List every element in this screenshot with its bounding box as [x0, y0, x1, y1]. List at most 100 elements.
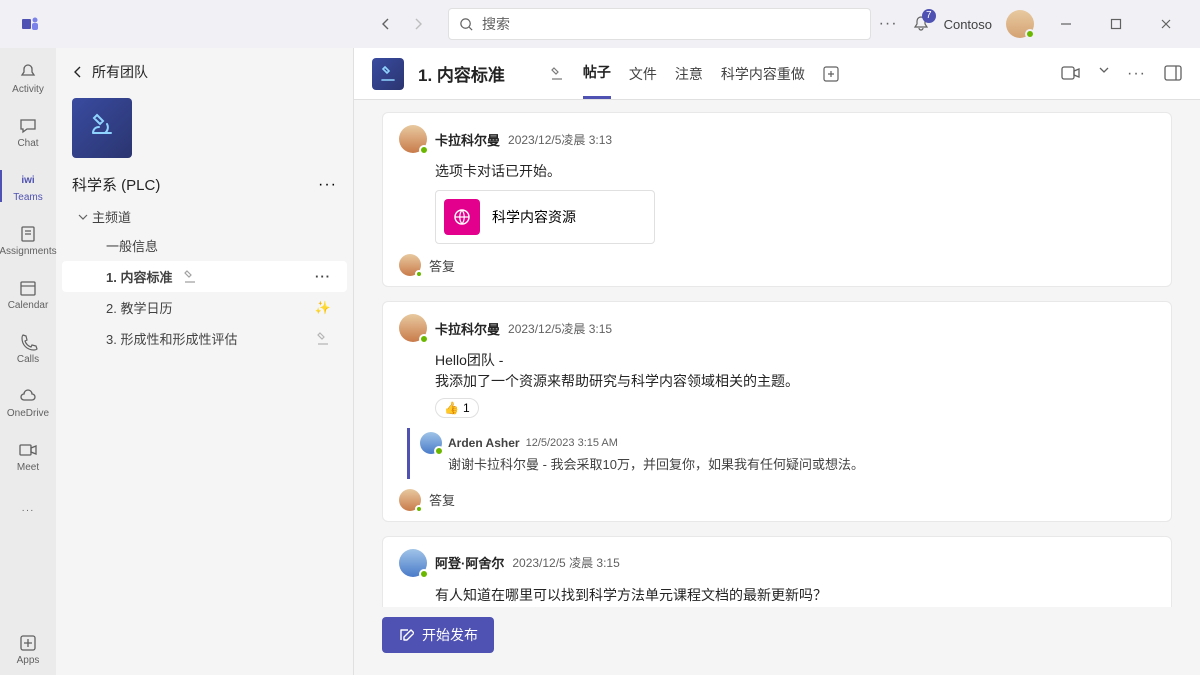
more-button[interactable]: ··· — [879, 15, 898, 33]
reply-thread: Arden Asher 12/5/2023 3:15 AM 谢谢卡拉科尔曼 - … — [407, 428, 1155, 479]
content-area: 1. 内容标准 帖子 文件 注意 科学内容重做 ··· 卡拉科 — [354, 48, 1200, 675]
rail-assignments[interactable]: Assignments — [0, 214, 56, 266]
microscope-icon — [182, 269, 198, 285]
tab-files[interactable]: 文件 — [629, 48, 657, 99]
presence-indicator — [419, 569, 429, 579]
channel-teaching-calendar[interactable]: 2. 教学日历 ✨ — [62, 292, 347, 323]
post-card: 阿登·阿舍尔 2023/12/5 凌晨 3:15 有人知道在哪里可以找到科学方法… — [382, 536, 1172, 607]
rail-activity[interactable]: Activity — [0, 52, 56, 104]
reply-body: 谢谢卡拉科尔曼 - 我会采取10万，并回复你，如果我有任何疑问或想法。 — [448, 456, 1155, 475]
teams-icon: iwi — [17, 169, 39, 191]
channel-header: 1. 内容标准 帖子 文件 注意 科学内容重做 ··· — [354, 48, 1200, 100]
reaction-pill[interactable]: 👍 1 — [435, 398, 479, 418]
reply-button[interactable]: 答复 — [399, 254, 1155, 276]
chat-icon — [17, 115, 39, 137]
open-pane-button[interactable] — [1164, 65, 1182, 83]
channel-content-standards[interactable]: 1. 内容标准 ··· — [62, 261, 347, 292]
reply-author: Arden Asher — [448, 436, 520, 450]
app-rail: Activity Chat iwi Teams Assignments Cale… — [0, 48, 56, 675]
microscope-icon — [315, 331, 331, 347]
rail-onedrive[interactable]: OneDrive — [0, 376, 56, 428]
add-tab-button[interactable] — [823, 48, 839, 99]
channel-title: 1. 内容标准 — [418, 61, 505, 86]
search-input[interactable]: 搜索 — [448, 8, 871, 40]
apps-icon — [17, 632, 39, 654]
presence-indicator — [1025, 29, 1035, 39]
window-maximize-button[interactable] — [1098, 10, 1134, 38]
post-card: 卡拉科尔曼 2023/12/5凌晨 3:13 选项卡对话已开始。 科学内容资源 … — [382, 112, 1172, 287]
window-close-button[interactable] — [1148, 10, 1184, 38]
search-placeholder: 搜索 — [482, 14, 510, 34]
channel-sidebar: 所有团队 科学系 (PLC) ··· 主频道 一般信息 1. 内容标准 ··· … — [56, 48, 354, 675]
phone-icon — [17, 331, 39, 353]
globe-icon — [444, 199, 480, 235]
presence-indicator — [419, 334, 429, 344]
chevron-left-icon — [72, 66, 84, 78]
rail-calls[interactable]: Calls — [0, 322, 56, 374]
teams-app-icon — [16, 10, 44, 38]
header-more-button[interactable]: ··· — [1127, 65, 1146, 83]
tab-science-redo[interactable]: 科学内容重做 — [721, 48, 805, 99]
post-card: 卡拉科尔曼 2023/12/5凌晨 3:15 Hello团队 - 我添加了一个资… — [382, 301, 1172, 522]
video-icon — [17, 439, 39, 461]
user-avatar[interactable] — [1006, 10, 1034, 38]
titlebar: 搜索 ··· 7 Contoso — [0, 0, 1200, 48]
avatar — [399, 254, 421, 276]
post-author: 卡拉科尔曼 — [435, 319, 500, 338]
search-icon — [459, 17, 474, 32]
start-post-button[interactable]: 开始发布 — [382, 617, 494, 653]
back-to-teams-button[interactable]: 所有团队 — [56, 58, 353, 94]
post-body: Hello团队 - 我添加了一个资源来帮助研究与科学内容领域相关的主题。 — [435, 350, 1155, 392]
channel-general[interactable]: 一般信息 — [62, 230, 347, 261]
channel-avatar — [372, 58, 404, 90]
team-name: 科学系 (PLC) — [72, 174, 160, 195]
post-body: 有人知道在哪里可以找到科学方法单元课程文档的最新更新吗？ — [435, 585, 1155, 606]
presence-indicator — [415, 270, 423, 278]
reply-button[interactable]: 答复 — [399, 489, 1155, 511]
presence-indicator — [415, 505, 423, 513]
cloud-icon — [17, 385, 39, 407]
message-list: 卡拉科尔曼 2023/12/5凌晨 3:13 选项卡对话已开始。 科学内容资源 … — [354, 100, 1200, 607]
microscope-icon — [85, 111, 119, 145]
nav-forward-button[interactable] — [404, 10, 432, 38]
bell-icon — [17, 61, 39, 83]
team-more-button[interactable]: ··· — [318, 176, 337, 194]
tab-microscope-icon[interactable] — [549, 66, 565, 82]
rail-chat[interactable]: Chat — [0, 106, 56, 158]
avatar[interactable] — [399, 314, 427, 342]
org-name: Contoso — [944, 17, 992, 32]
avatar[interactable] — [399, 125, 427, 153]
notification-badge: 7 — [922, 9, 936, 23]
rail-meet[interactable]: Meet — [0, 430, 56, 482]
meet-dropdown[interactable] — [1099, 65, 1109, 83]
sparkle-icon: ✨ — [315, 300, 331, 316]
tab-posts[interactable]: 帖子 — [583, 48, 611, 99]
assignments-icon — [17, 223, 39, 245]
channel-assessments[interactable]: 3. 形成性和形成性评估 — [62, 323, 347, 354]
notifications-button[interactable]: 7 — [912, 15, 930, 33]
tab-notes[interactable]: 注意 — [675, 48, 703, 99]
reply-timestamp: 12/5/2023 3:15 AM — [526, 437, 618, 449]
rail-more[interactable]: ··· — [0, 484, 56, 536]
channel-section-header[interactable]: 主频道 — [56, 205, 353, 230]
window-minimize-button[interactable] — [1048, 10, 1084, 38]
avatar[interactable] — [420, 432, 442, 454]
rail-teams[interactable]: iwi Teams — [0, 160, 56, 212]
rail-apps[interactable]: Apps — [0, 623, 56, 675]
nav-back-button[interactable] — [372, 10, 400, 38]
avatar — [399, 489, 421, 511]
team-avatar[interactable] — [72, 98, 132, 158]
meet-button[interactable] — [1061, 65, 1081, 83]
post-author: 卡拉科尔曼 — [435, 130, 500, 149]
post-body: 选项卡对话已开始。 — [435, 161, 1155, 182]
presence-indicator — [434, 446, 444, 456]
channel-more-button[interactable]: ··· — [315, 269, 331, 284]
attachment-card[interactable]: 科学内容资源 — [435, 190, 655, 244]
post-timestamp: 2023/12/5凌晨 3:15 — [508, 320, 612, 337]
avatar[interactable] — [399, 549, 427, 577]
presence-indicator — [419, 145, 429, 155]
post-author: 阿登·阿舍尔 — [435, 553, 504, 572]
post-timestamp: 2023/12/5凌晨 3:13 — [508, 131, 612, 148]
rail-calendar[interactable]: Calendar — [0, 268, 56, 320]
calendar-icon — [17, 277, 39, 299]
